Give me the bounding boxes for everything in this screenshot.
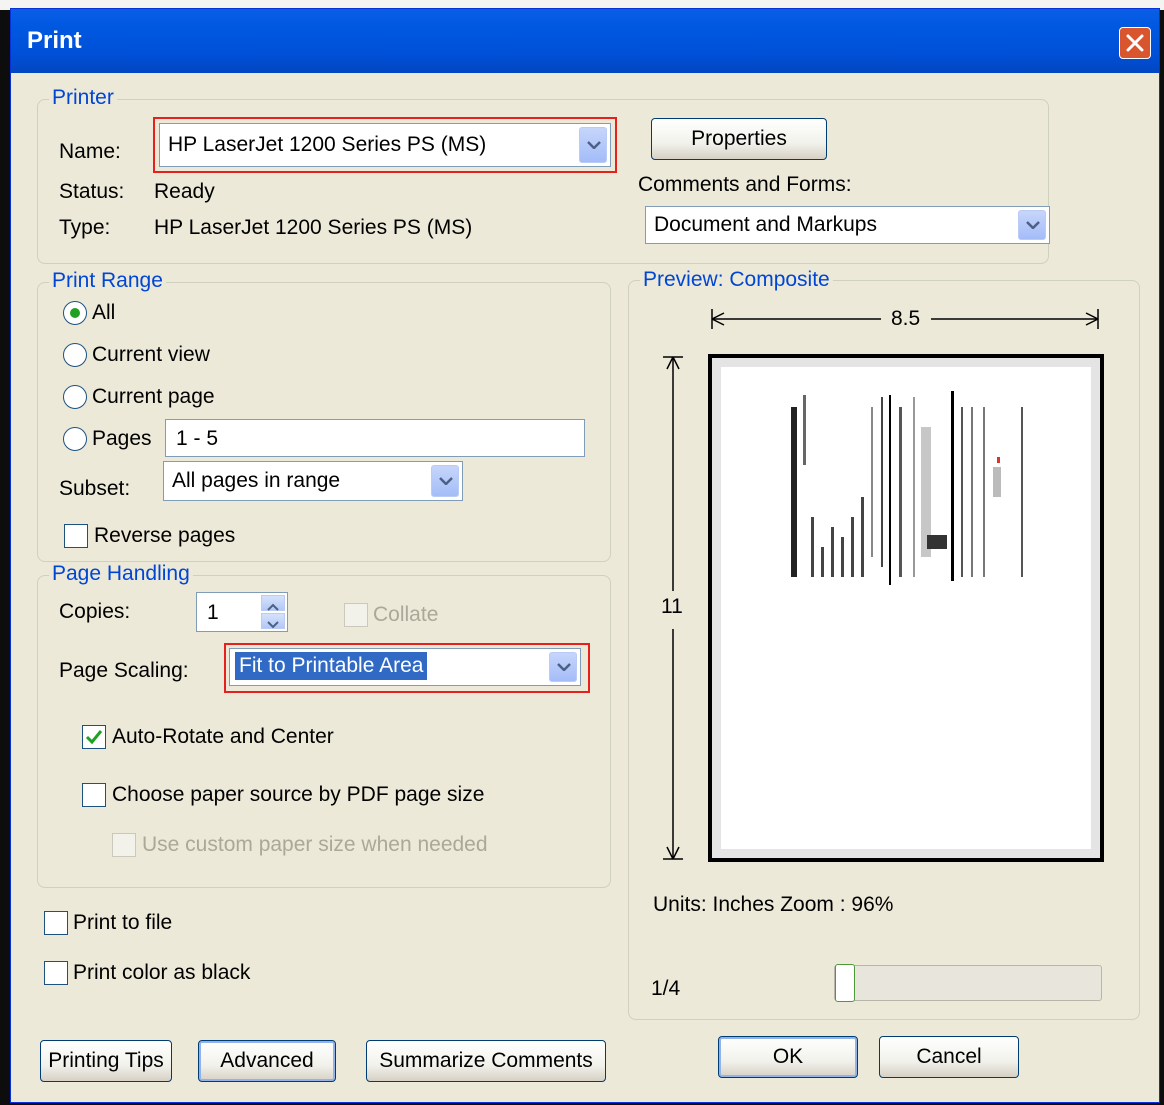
print-black-checkbox[interactable] xyxy=(44,961,68,985)
page-printable-area xyxy=(721,367,1091,849)
page-handling-legend: Page Handling xyxy=(49,562,193,586)
printing-tips-button[interactable]: Printing Tips xyxy=(40,1040,172,1082)
print-to-file-checkbox[interactable] xyxy=(44,911,68,935)
page-slider[interactable] xyxy=(834,964,1102,1002)
range-pages-radio[interactable] xyxy=(63,427,87,451)
paper-source-checkbox[interactable] xyxy=(82,783,106,807)
cancel-label: Cancel xyxy=(916,1045,982,1068)
ok-label: OK xyxy=(772,1045,804,1068)
reverse-pages-label: Reverse pages xyxy=(94,524,236,547)
subset-dropdown-button[interactable] xyxy=(431,465,459,497)
chevron-down-icon xyxy=(1026,221,1040,229)
printer-legend: Printer xyxy=(49,86,117,110)
subset-label: Subset: xyxy=(59,477,131,500)
copies-value: 1 xyxy=(207,601,219,624)
advanced-button[interactable]: Advanced xyxy=(198,1040,336,1082)
page-indicator: 1/4 xyxy=(651,977,681,1000)
range-current-view-label: Current view xyxy=(92,343,210,366)
ok-button[interactable]: OK xyxy=(718,1036,858,1078)
chevron-down-icon xyxy=(267,621,279,629)
collate-label: Collate xyxy=(373,603,439,626)
printer-name-callout xyxy=(153,117,617,173)
reverse-pages-checkbox[interactable] xyxy=(64,524,88,548)
printer-status-label: Status: xyxy=(59,180,125,203)
printer-name-label: Name: xyxy=(59,140,121,163)
printer-status-value: Ready xyxy=(154,180,215,203)
chevron-up-icon xyxy=(267,603,279,611)
print-black-label: Print color as black xyxy=(73,961,251,984)
custom-paper-checkbox[interactable] xyxy=(112,833,136,857)
subset-value: All pages in range xyxy=(172,469,341,492)
collate-checkbox[interactable] xyxy=(344,603,368,627)
height-dimension-label: 11 xyxy=(661,595,683,618)
comments-forms-label: Comments and Forms: xyxy=(638,173,852,196)
title-bar[interactable]: Print xyxy=(11,9,1159,73)
preview-legend: Preview: Composite xyxy=(640,268,833,292)
print-to-file-label: Print to file xyxy=(73,911,173,934)
auto-rotate-checkbox[interactable] xyxy=(82,725,106,749)
printing-tips-label: Printing Tips xyxy=(48,1049,164,1072)
pages-input[interactable]: 1 - 5 xyxy=(165,419,585,457)
pages-input-value: 1 - 5 xyxy=(176,427,219,450)
comments-forms-select[interactable]: Document and Markups xyxy=(645,206,1050,244)
page-slider-thumb[interactable] xyxy=(835,964,855,1002)
comments-forms-value: Document and Markups xyxy=(654,213,877,236)
close-icon xyxy=(1126,34,1144,52)
range-all-label: All xyxy=(92,301,116,324)
page-scaling-label: Page Scaling: xyxy=(59,659,189,682)
page-preview xyxy=(708,354,1104,862)
advanced-label: Advanced xyxy=(220,1049,314,1072)
printer-type-value: HP LaserJet 1200 Series PS (MS) xyxy=(154,216,473,239)
copies-increment[interactable] xyxy=(261,595,285,611)
cancel-button[interactable]: Cancel xyxy=(879,1036,1019,1078)
page-thumbnail-content xyxy=(791,391,1023,585)
paper-source-label: Choose paper source by PDF page size xyxy=(112,783,485,806)
printer-type-label: Type: xyxy=(59,216,111,239)
summarize-comments-button[interactable]: Summarize Comments xyxy=(366,1040,606,1082)
close-button[interactable] xyxy=(1119,27,1151,59)
summarize-comments-label: Summarize Comments xyxy=(379,1049,593,1072)
dialog-title: Print xyxy=(27,27,82,54)
copies-stepper[interactable]: 1 xyxy=(196,592,288,632)
properties-button-label: Properties xyxy=(691,127,787,150)
units-zoom-text: Units: Inches Zoom : 96% xyxy=(653,893,894,916)
range-current-page-label: Current page xyxy=(92,385,215,408)
range-current-page-radio[interactable] xyxy=(63,385,87,409)
custom-paper-label: Use custom paper size when needed xyxy=(142,833,488,856)
copies-decrement[interactable] xyxy=(261,613,285,629)
copies-label: Copies: xyxy=(59,600,131,623)
print-dialog: Print Printer Name: HP LaserJet 1200 Ser… xyxy=(10,8,1160,1103)
comments-dropdown-button[interactable] xyxy=(1018,210,1046,240)
properties-button[interactable]: Properties xyxy=(651,118,827,160)
checkmark-icon xyxy=(85,730,103,745)
auto-rotate-label: Auto-Rotate and Center xyxy=(112,725,334,748)
subset-select[interactable]: All pages in range xyxy=(163,461,463,501)
page-scaling-callout xyxy=(224,643,590,693)
print-range-legend: Print Range xyxy=(49,269,166,293)
range-current-view-radio[interactable] xyxy=(63,343,87,367)
range-all-radio[interactable] xyxy=(63,301,87,325)
width-dimension-label: 8.5 xyxy=(891,307,921,330)
chevron-down-icon xyxy=(439,477,453,485)
range-pages-label: Pages xyxy=(92,427,152,450)
